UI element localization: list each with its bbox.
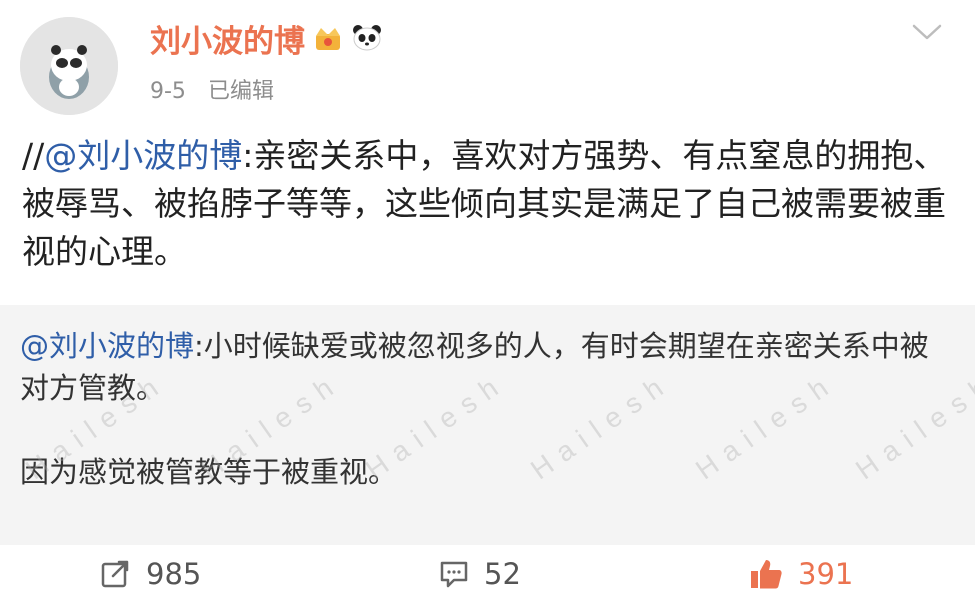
mention-link[interactable]: @刘小波的博 [44, 136, 242, 175]
quoted-text-line2: 因为感觉被管教等于被重视。 [20, 455, 398, 489]
like-count: 391 [798, 557, 854, 591]
post-body: //@刘小波的博:亲密关系中，喜欢对方强势、有点窒息的拥抱、被辱骂、被掐脖子等等… [22, 132, 952, 276]
repost-count: 985 [146, 557, 202, 591]
repost-icon [101, 560, 129, 588]
repost-prefix: // [22, 136, 45, 175]
crown-badge-icon [313, 20, 343, 64]
post-date: 9-5 [150, 79, 186, 104]
like-icon [751, 560, 782, 589]
edited-label[interactable]: 已编辑 [208, 76, 274, 108]
chevron-down-icon[interactable] [910, 20, 944, 48]
repost-button[interactable]: 985 [100, 545, 201, 603]
comment-count: 52 [484, 557, 521, 591]
comment-icon [440, 561, 468, 588]
comment-button[interactable]: 52 [438, 545, 521, 603]
author-name[interactable]: 刘小波的博 [150, 20, 305, 64]
action-bar: 985 52 391 [0, 545, 975, 603]
author-row: 刘小波的博 [150, 20, 383, 64]
post-meta: 9-5 已编辑 [150, 76, 274, 108]
like-button[interactable]: 391 [748, 545, 853, 603]
quoted-mention-link[interactable]: @刘小波的博 [20, 329, 194, 363]
avatar[interactable] [20, 17, 118, 115]
quoted-post[interactable]: @刘小波的博:小时候缺爱或被忽视多的人，有时会期望在亲密关系中被对方管教。 因为… [0, 305, 975, 545]
panda-icon [351, 20, 383, 64]
